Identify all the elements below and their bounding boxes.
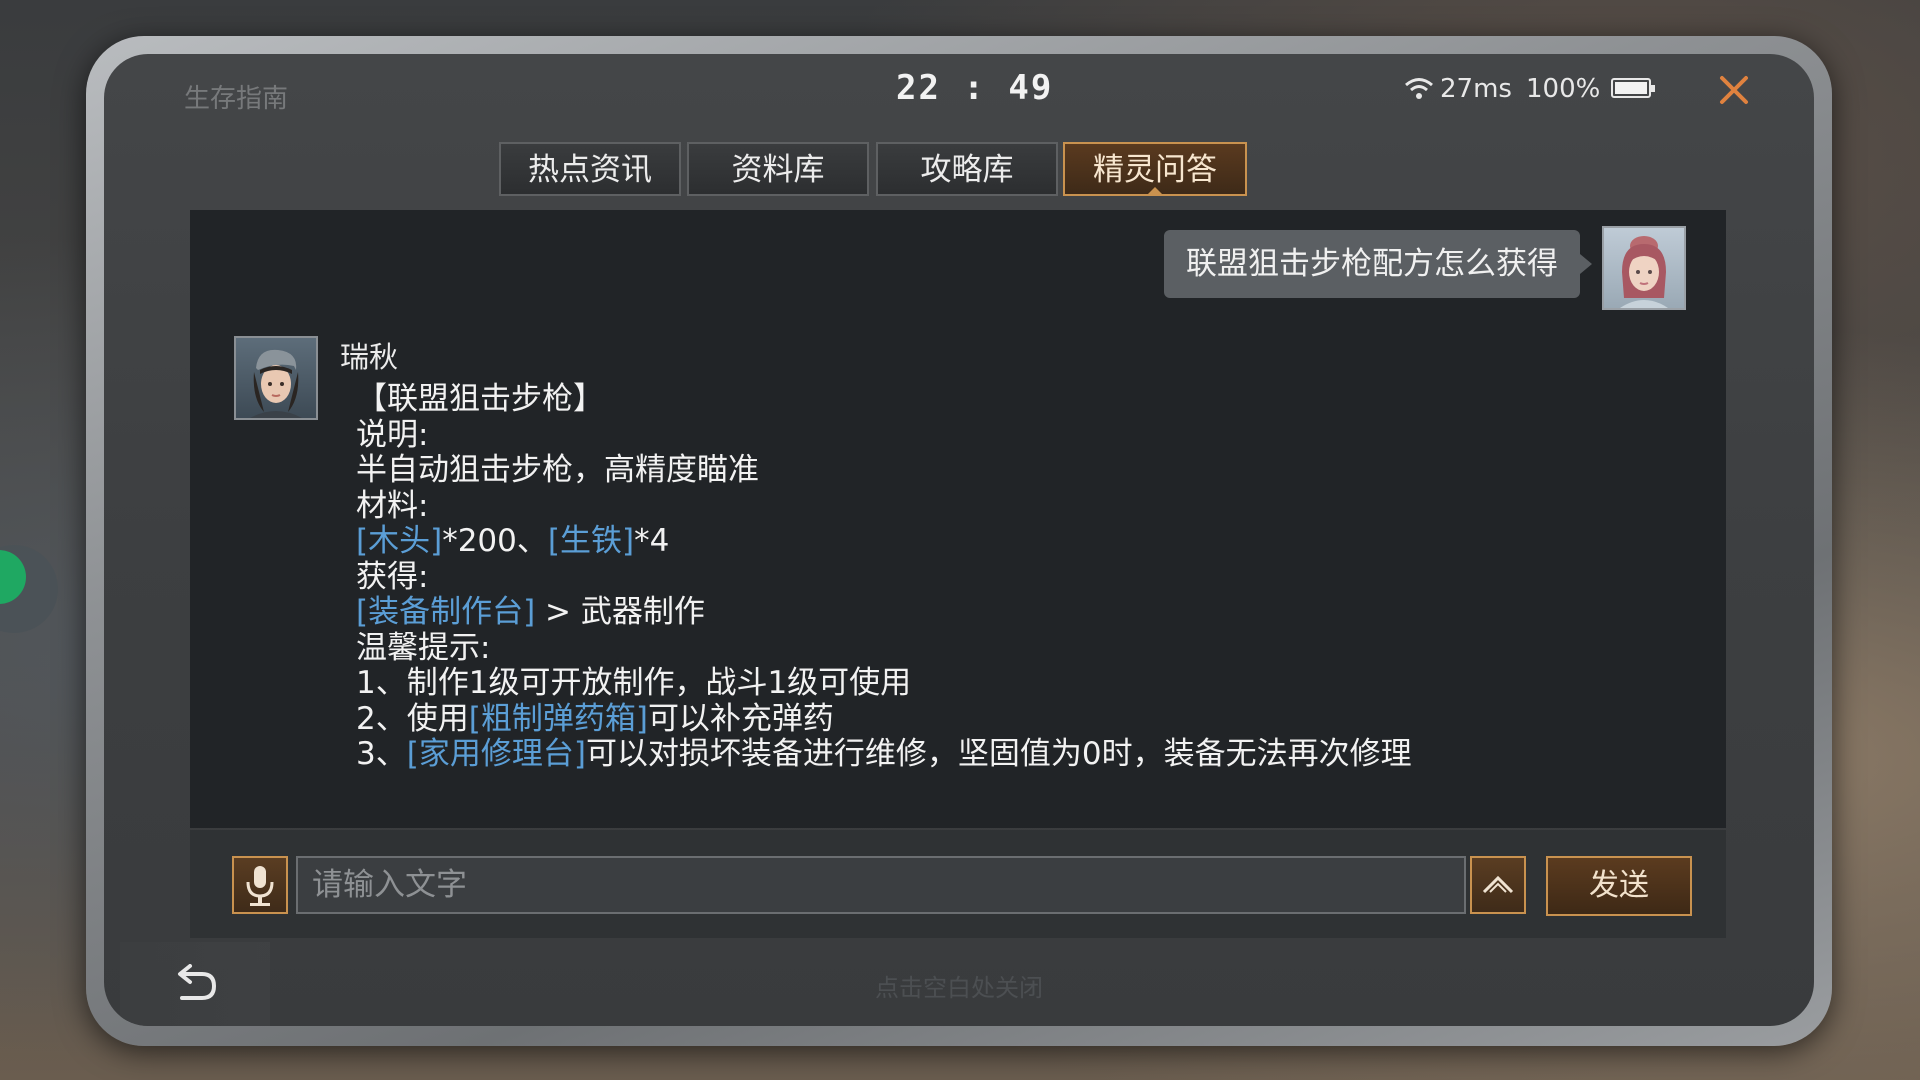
tip-3-prefix: 3、	[356, 736, 407, 772]
send-button[interactable]: 发送	[1546, 856, 1692, 916]
answer-obtain: [装备制作台] > 武器制作	[356, 594, 1696, 631]
battery-icon	[1611, 78, 1655, 98]
material-iron-qty: *4	[634, 523, 670, 559]
answer-tip-3: 3、[家用修理台]可以对损坏装备进行维修，坚固值为0时，装备无法再次修理	[356, 736, 1696, 773]
tab-strategy[interactable]: 攻略库	[876, 142, 1058, 196]
answer-desc: 半自动狙击步枪，高精度瞄准	[356, 452, 759, 488]
wifi-icon	[1405, 78, 1433, 99]
obtain-link-workbench[interactable]: [装备制作台]	[356, 594, 535, 630]
tip-link-ammo-box[interactable]: [粗制弹药箱]	[469, 701, 648, 737]
tip-link-repair-bench[interactable]: [家用修理台]	[407, 736, 586, 772]
bot-avatar	[234, 336, 318, 420]
active-tab-indicator	[1146, 187, 1164, 196]
answer-tip-1: 1、制作1级可开放制作，战斗1级可使用	[356, 665, 912, 701]
chevron-up-icon	[1482, 875, 1514, 894]
close-icon[interactable]	[1714, 70, 1754, 110]
app-title: 生存指南	[184, 84, 289, 114]
message-input[interactable]	[296, 856, 1466, 914]
answer-title: 【联盟狙击步枪】	[356, 381, 604, 417]
clock: 22 : 49	[896, 68, 1054, 108]
battery-percentage: 100%	[1526, 74, 1601, 104]
answer-materials: [木头]*200、[生铁]*4	[356, 523, 1696, 560]
answer-desc-label: 说明:	[356, 416, 429, 453]
voice-input-button[interactable]	[232, 856, 288, 914]
material-link-iron[interactable]: [生铁]	[548, 523, 634, 559]
bot-name: 瑞秋	[340, 340, 399, 374]
guide-window: 生存指南 22 : 49 27ms 100% 热点资讯 资料库 攻略库 精灵问答…	[104, 54, 1814, 1026]
microphone-icon	[246, 866, 274, 906]
bot-answer: 【联盟狙击步枪】 说明: 半自动狙击步枪，高精度瞄准 材料: [木头]*200、…	[356, 381, 1696, 773]
answer-tip-2: 2、使用[粗制弹药箱]可以补充弹药	[356, 700, 1696, 738]
answer-obtain-label: 获得:	[356, 558, 429, 595]
tab-sprite-qa[interactable]: 精灵问答	[1063, 142, 1247, 196]
status-bar: 生存指南 22 : 49 27ms 100%	[104, 54, 1814, 124]
input-bar: 发送	[190, 830, 1726, 938]
tab-hot-news[interactable]: 热点资讯	[499, 142, 681, 196]
tip-2-suffix: 可以补充弹药	[647, 700, 834, 737]
tab-database[interactable]: 资料库	[687, 142, 869, 196]
close-hint: 点击空白处关闭	[875, 974, 1043, 1002]
tip-3-suffix: 可以对损坏装备进行维修，坚固值为0时，装备无法再次修理	[585, 736, 1412, 772]
user-avatar	[1602, 226, 1686, 310]
material-wood-qty: *200、	[442, 523, 548, 559]
material-link-wood[interactable]: [木头]	[356, 523, 442, 559]
answer-materials-label: 材料:	[356, 487, 429, 524]
expand-quick-questions-button[interactable]	[1470, 856, 1526, 914]
tab-sprite-qa-label: 精灵问答	[1093, 152, 1217, 188]
user-question-bubble: 联盟狙击步枪配方怎么获得	[1164, 230, 1592, 298]
obtain-path: > 武器制作	[535, 594, 705, 630]
chat-panel[interactable]: 联盟狙击步枪配方怎么获得 瑞秋 【联盟狙击步枪】 说明: 半自动狙击步枪，高精度…	[190, 210, 1726, 828]
answer-tips-label: 温馨提示:	[356, 629, 491, 666]
ping-readout: 27ms	[1440, 74, 1512, 104]
tip-2-prefix: 2、使用	[356, 700, 469, 737]
